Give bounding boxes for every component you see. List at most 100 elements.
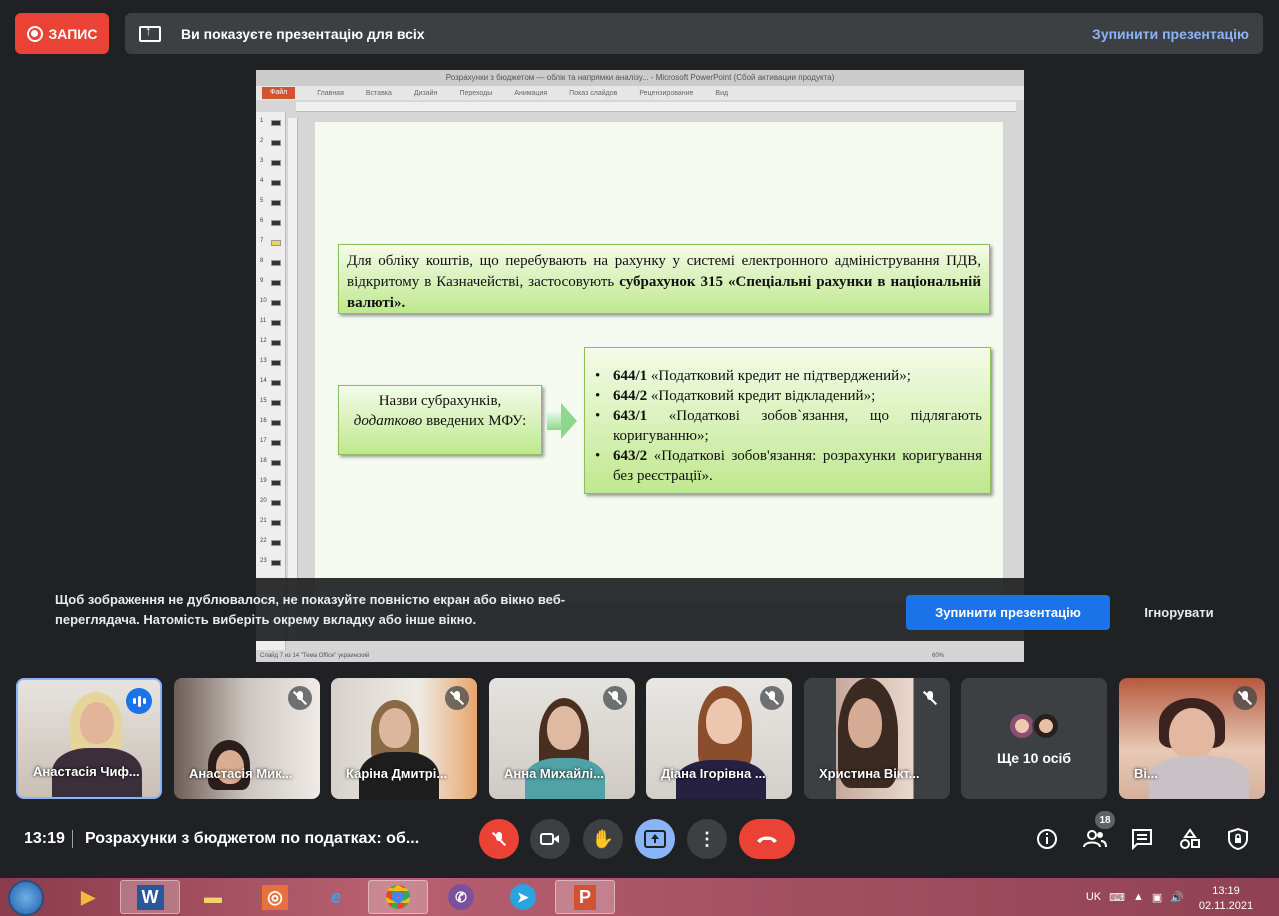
viber-icon: ✆	[448, 884, 474, 910]
activities-icon	[1180, 828, 1200, 849]
arrow-head-icon	[561, 403, 577, 439]
ribbon-tab: Вставка	[365, 89, 392, 97]
camera-icon	[540, 833, 559, 845]
leave-call-button[interactable]	[739, 819, 795, 859]
system-tray: UK ⌨ ▲ ▣ 🔊	[1086, 878, 1184, 916]
people-button[interactable]	[1082, 826, 1108, 852]
participant-name: Ві...	[1134, 766, 1158, 781]
powerpoint-icon: P	[573, 884, 596, 910]
language-indicator[interactable]: UK	[1086, 891, 1101, 903]
warning-ignore-button[interactable]: Ігнорувати	[1128, 595, 1230, 630]
taskbar-ie[interactable]: e	[306, 880, 366, 914]
presenting-text: Ви показуєте презентацію для всіх	[181, 25, 425, 42]
participant-tile[interactable]: Каріна Дмитрі...	[331, 678, 477, 799]
ribbon-tab: Рецензирование	[639, 89, 694, 97]
tray-arrow-icon[interactable]: ▲	[1133, 891, 1144, 903]
warning-stop-button[interactable]: Зупинити презентацію	[906, 595, 1110, 630]
slide-thumbnail: 7	[259, 238, 283, 248]
system-clock[interactable]: 13:19 02.11.2021	[1190, 884, 1262, 914]
taskbar-powerpoint[interactable]: P	[555, 880, 615, 914]
vertical-ruler	[288, 118, 298, 638]
more-options-button[interactable]: ⋮	[687, 819, 727, 859]
participant-tile[interactable]: Анна Михайлі...	[489, 678, 635, 799]
stop-presenting-link[interactable]: Зупинити презентацію	[1092, 26, 1249, 42]
warning-text: Щоб зображення не дублювалося, не показу…	[55, 592, 566, 627]
participant-name: Анастасія Мик...	[189, 766, 293, 781]
meeting-time: 13:19	[24, 830, 65, 847]
taskbar-telegram[interactable]: ➤	[493, 880, 553, 914]
horizontal-ruler	[296, 102, 1016, 112]
folder-icon: ▬	[204, 886, 222, 907]
word-icon: W	[136, 884, 164, 910]
record-label: ЗАПИС	[48, 25, 98, 42]
mic-toggle-button[interactable]	[479, 819, 519, 859]
slide-thumbnail: 6	[259, 218, 283, 228]
slide-thumbnail: 18	[259, 458, 283, 468]
ribbon-tab: Показ слайдов	[569, 89, 618, 97]
slide-thumbnail: 19	[259, 478, 283, 488]
taskbar-viber[interactable]: ✆	[431, 880, 491, 914]
taskbar-media-player[interactable]: ▶	[58, 880, 118, 914]
network-icon[interactable]: ▣	[1152, 891, 1162, 904]
participant-tile[interactable]: Діана Ігорівна ...	[646, 678, 792, 799]
zoom-level: 60%	[931, 653, 944, 659]
host-controls-button[interactable]	[1225, 826, 1251, 852]
ribbon-tab: Главная	[317, 89, 344, 97]
taskbar-explorer[interactable]: ▬	[183, 880, 243, 914]
windows-start-button[interactable]	[8, 880, 44, 916]
more-participants-label: Ще 10 осіб	[996, 750, 1072, 766]
ribbon-tab: Переходы	[459, 89, 493, 97]
participant-tile[interactable]: Христина Вікт...	[804, 678, 950, 799]
mic-off-icon	[1233, 686, 1257, 710]
ribbon-tab: Анимация	[514, 89, 548, 97]
participant-tile[interactable]: Анастасія Мик...	[174, 678, 320, 799]
taskbar-screenshot[interactable]: ◎	[245, 880, 305, 914]
slide-text-box-list: 644/1 «Податковий кредит не підтверджени…	[584, 347, 991, 494]
slide-thumbnail: 22	[259, 538, 283, 548]
windows-taskbar: ▶ W ▬ ◎ e ✆ ➤ P UK ⌨ ▲ ▣ 🔊 13:19 02.11.2…	[0, 878, 1279, 916]
slide-thumbnail: 10	[259, 298, 283, 308]
slide-thumbnail: 16	[259, 418, 283, 428]
clock-time: 13:19	[1212, 885, 1240, 897]
hand-icon: ✋	[591, 828, 615, 849]
media-player-icon: ▶	[81, 886, 95, 907]
telegram-icon: ➤	[510, 884, 536, 910]
taskbar-chrome[interactable]	[368, 880, 428, 914]
clock-date: 02.11.2021	[1198, 900, 1254, 912]
participant-name: Діана Ігорівна ...	[661, 766, 766, 781]
slide-thumbnail: 1	[259, 118, 283, 128]
meeting-details-button[interactable]	[1034, 826, 1060, 852]
present-screen-icon	[139, 23, 161, 42]
slide-thumbnail: 11	[259, 318, 283, 328]
participants-count-badge: 18	[1095, 811, 1115, 829]
ribbon-tab: Дизайн	[413, 89, 438, 97]
shared-screen: Розрахунки з бюджетом — облік та напрямк…	[256, 70, 1024, 662]
info-icon	[1037, 829, 1057, 849]
more-participants-tile[interactable]: Ще 10 осіб	[961, 678, 1107, 799]
camera-toggle-button[interactable]	[530, 819, 570, 859]
participant-name: Анастасія Чиф...	[33, 764, 140, 779]
slide-thumbnail: 13	[259, 358, 283, 368]
activities-button[interactable]	[1177, 826, 1203, 852]
participant-tile[interactable]: Ві...	[1119, 678, 1265, 799]
list-item: 643/2 «Податкові зобов'язання: розрахунк…	[593, 446, 982, 486]
list-item: 643/1 «Податкові зобов`язання, що підляг…	[593, 406, 982, 446]
volume-icon[interactable]: 🔊	[1170, 891, 1184, 904]
arrow-right-icon	[547, 412, 561, 430]
chat-button[interactable]	[1129, 826, 1155, 852]
raise-hand-button[interactable]: ✋	[583, 819, 623, 859]
record-icon	[26, 25, 43, 42]
ribbon-tab: Вид	[715, 89, 729, 97]
taskbar-word[interactable]: W	[120, 880, 180, 914]
present-now-button[interactable]	[635, 819, 675, 859]
avatar	[1032, 712, 1060, 740]
box2-line1: Назви субрахунків,	[378, 393, 502, 409]
powerpoint-status-bar: Слайд 7 из 14 "Тема Office" украинский 6…	[256, 650, 1024, 662]
participant-tile[interactable]: Анастасія Чиф...	[16, 678, 162, 799]
present-screen-icon	[644, 830, 666, 848]
mic-off-icon	[760, 686, 784, 710]
record-button[interactable]: ЗАПИС	[15, 13, 109, 54]
slide-thumbnail: 9	[259, 278, 283, 288]
slide-thumbnail: 2	[259, 138, 283, 148]
participant-name: Анна Михайлі...	[504, 766, 604, 781]
